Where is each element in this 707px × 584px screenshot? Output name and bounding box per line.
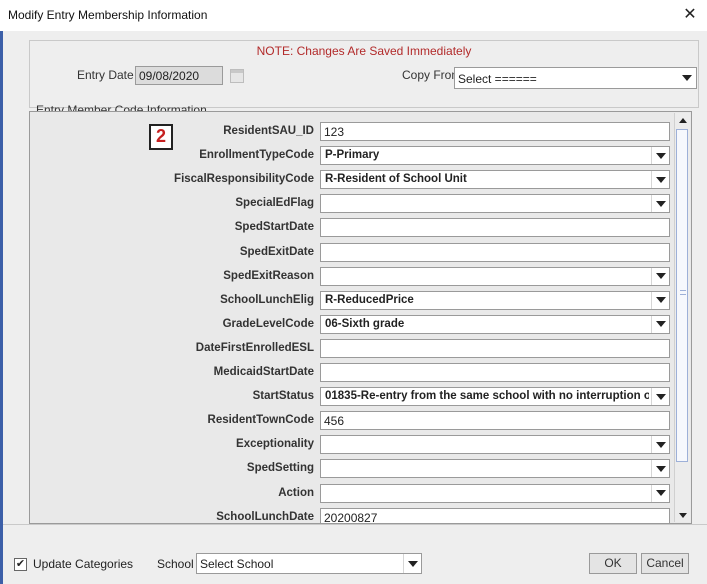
vertical-scrollbar[interactable] [674, 113, 690, 522]
field-select[interactable] [320, 435, 670, 455]
window-title: Modify Entry Membership Information [8, 8, 208, 22]
field-input[interactable]: 123 [320, 122, 670, 141]
header-group: NOTE: Changes Are Saved Immediately Entr… [29, 40, 699, 117]
field-label: Action [278, 486, 314, 499]
form-row: DateFirstEnrolledESL [30, 337, 676, 361]
form-row: StartStatus 01835-Re-entry from the same … [30, 385, 676, 409]
chevron-down-icon[interactable] [651, 460, 669, 478]
field-select-value: R-Resident of School Unit [325, 173, 467, 186]
form-row: SpecialEdFlag [30, 192, 676, 216]
chevron-down-icon[interactable] [678, 68, 696, 88]
close-icon[interactable]: ✕ [679, 4, 701, 26]
save-notice: NOTE: Changes Are Saved Immediately [256, 44, 472, 58]
field-input[interactable] [320, 242, 670, 262]
entry-date-field: 09/08/2020 [135, 66, 223, 85]
field-label: SpedSetting [246, 462, 314, 475]
calendar-icon[interactable] [230, 69, 244, 83]
title-bar: Modify Entry Membership Information ✕ [0, 0, 707, 31]
update-categories-checkbox[interactable]: ✔ [14, 558, 27, 571]
footer-bar: ✔ Update Categories School Select School… [3, 524, 707, 584]
field-select-value: 06-Sixth grade [325, 317, 405, 330]
field-label: GradeLevelCode [222, 317, 314, 330]
chevron-down-icon[interactable] [651, 484, 669, 502]
school-select-value: Select School [200, 557, 274, 571]
field-label: Exceptionality [236, 438, 314, 451]
field-label: SpedStartDate [234, 221, 314, 234]
field-select[interactable] [320, 194, 670, 214]
field-select[interactable]: R-Resident of School Unit [320, 170, 670, 190]
field-select[interactable]: 06-Sixth grade [320, 314, 670, 334]
form-row: FiscalResponsibilityCode R-Resident of Sc… [30, 168, 676, 192]
field-label: FiscalResponsibilityCode [174, 173, 314, 186]
field-select-value: 01835-Re-entry from the same school with… [325, 390, 649, 403]
chevron-down-icon[interactable] [651, 436, 669, 454]
field-label: DateFirstEnrolledESL [195, 341, 314, 354]
field-label: SpedExitDate [239, 245, 314, 258]
copy-from-label: Copy From [402, 68, 462, 82]
chevron-down-icon[interactable] [651, 267, 669, 285]
form-row: SpedStartDate [30, 216, 676, 240]
scroll-down-icon[interactable] [675, 508, 690, 522]
entry-date-label: Entry Date [77, 68, 134, 82]
copy-from-value: Select ====== [458, 72, 537, 86]
form-row: SpedExitReason [30, 265, 676, 289]
chevron-down-icon[interactable] [651, 291, 669, 309]
chevron-down-icon[interactable] [403, 554, 421, 573]
dialog-body: NOTE: Changes Are Saved Immediately Entr… [3, 31, 707, 584]
cancel-button[interactable]: Cancel [641, 553, 689, 574]
chevron-down-icon[interactable] [651, 195, 669, 213]
field-input[interactable]: 20200827 [320, 507, 670, 523]
form-row: Exceptionality [30, 433, 676, 457]
form-row: SchoolLunchDate 20200827 [30, 506, 676, 523]
form-row: SpedExitDate [30, 241, 676, 265]
field-label: EnrollmentTypeCode [199, 149, 314, 162]
field-input[interactable] [320, 218, 670, 238]
form-row: EnrollmentTypeCode P-Primary [30, 144, 676, 168]
field-select-value: P-Primary [325, 149, 380, 162]
field-select[interactable]: 01835-Re-entry from the same school with… [320, 387, 670, 407]
chevron-down-icon[interactable] [651, 315, 669, 333]
chevron-down-icon[interactable] [651, 171, 669, 189]
form-row: Action [30, 482, 676, 506]
scrollbar-thumb[interactable] [676, 129, 688, 462]
field-label: SchoolLunchDate [216, 510, 314, 523]
field-label: ResidentTownCode [207, 414, 314, 427]
school-label: School [157, 557, 194, 571]
form-row: ResidentSAU_ID 123 [30, 120, 676, 144]
entry-member-code-form: 2 ResidentSAU_ID 123 EnrollmentTypeCode P-P… [29, 111, 692, 524]
field-label: SchoolLunchElig [220, 293, 314, 306]
field-select[interactable]: P-Primary [320, 146, 670, 166]
field-select[interactable] [320, 483, 670, 503]
field-select[interactable] [320, 459, 670, 479]
form-row: GradeLevelCode 06-Sixth grade [30, 313, 676, 337]
field-label: ResidentSAU_ID [223, 125, 314, 137]
scrollbar-grip-icon [680, 290, 686, 295]
field-label: MedicaidStartDate [213, 366, 314, 378]
field-label: SpedExitReason [223, 269, 314, 282]
field-select-value: R-ReducedPrice [325, 293, 414, 306]
checkmark-icon: ✔ [15, 558, 26, 570]
field-select[interactable]: R-ReducedPrice [320, 290, 670, 310]
ok-button[interactable]: OK [589, 553, 637, 574]
form-row: MedicaidStartDate [30, 361, 676, 385]
form-row: SpedSetting [30, 457, 676, 481]
update-categories-label: Update Categories [33, 557, 134, 571]
field-label: SpecialEdFlag [235, 197, 314, 210]
school-select[interactable]: Select School [196, 553, 422, 574]
field-label: StartStatus [252, 390, 314, 403]
copy-from-select[interactable]: Select ====== [454, 67, 697, 89]
scroll-up-icon[interactable] [675, 113, 690, 127]
chevron-down-icon[interactable] [651, 147, 669, 165]
form-row: SchoolLunchElig R-ReducedPrice [30, 289, 676, 313]
field-input[interactable] [320, 363, 670, 382]
field-input[interactable]: 456 [320, 411, 670, 431]
field-input[interactable] [320, 338, 670, 358]
field-select[interactable] [320, 266, 670, 286]
form-row: ResidentTownCode 456 [30, 409, 676, 433]
chevron-down-icon[interactable] [651, 388, 669, 406]
